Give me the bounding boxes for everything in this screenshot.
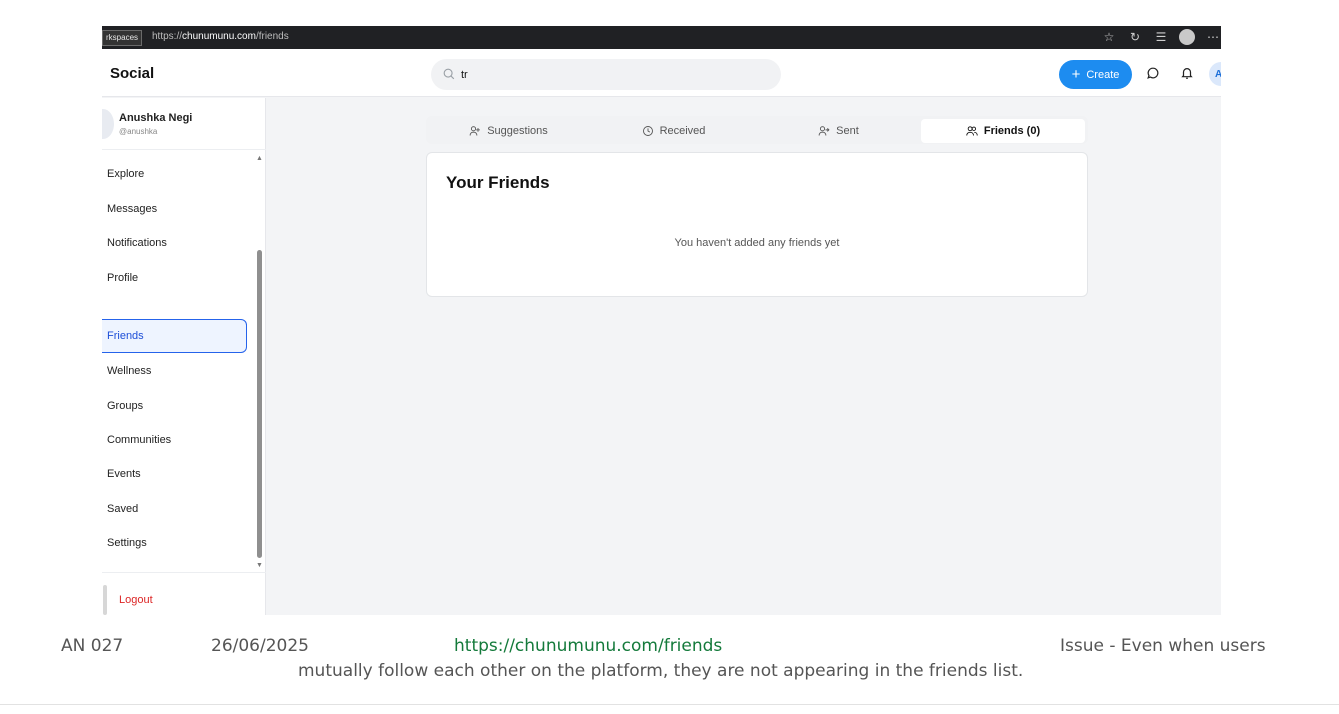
empty-state-message: You haven't added any friends yet xyxy=(674,237,840,249)
tab-friends[interactable]: Friends (0) xyxy=(921,119,1085,143)
search-icon xyxy=(443,68,455,80)
url-prefix: https:// xyxy=(152,31,183,42)
user-card[interactable]: Anushka Negi @anushka xyxy=(102,98,266,150)
tab-suggestions-label: Suggestions xyxy=(487,125,548,137)
tab-sent-label: Sent xyxy=(836,125,859,137)
caption-issue-start: Issue - Even when users xyxy=(1060,636,1266,656)
create-button[interactable]: + Create xyxy=(1059,60,1132,89)
user-handle: @anushka xyxy=(119,127,158,136)
card-title: Your Friends xyxy=(446,173,550,192)
user-sent-icon xyxy=(818,126,830,136)
star-icon[interactable]: ☆ xyxy=(1101,29,1117,45)
logout-section: Logout xyxy=(102,572,266,615)
user-avatar[interactable]: A xyxy=(1209,62,1221,86)
app-header: Social + Create A xyxy=(102,49,1221,97)
logout-button[interactable]: Logout xyxy=(119,594,153,606)
sidebar-item-saved[interactable]: Saved xyxy=(102,492,247,526)
sidebar-item-communities[interactable]: Communities xyxy=(102,423,247,457)
url-path: /friends xyxy=(255,31,289,42)
divider xyxy=(0,704,1339,705)
scroll-down-icon[interactable]: ▼ xyxy=(255,561,264,570)
plus-icon: + xyxy=(1071,66,1081,83)
more-icon[interactable]: ⋯ xyxy=(1205,29,1221,45)
search-input[interactable] xyxy=(461,65,761,84)
caption-date: 26/06/2025 xyxy=(211,636,309,656)
users-icon xyxy=(966,126,978,136)
screenshot-frame: rkspaces https://chunumunu.com/friends ☆… xyxy=(102,26,1221,615)
url-host: chunumunu.com xyxy=(182,31,256,42)
user-plus-icon xyxy=(469,126,481,136)
clock-icon xyxy=(642,126,653,136)
sidebar-item-wellness[interactable]: Wellness xyxy=(102,354,247,388)
address-bar[interactable]: https://chunumunu.com/friends xyxy=(152,31,289,42)
sidebar-item-notifications[interactable]: Notifications xyxy=(102,226,247,260)
tab-friends-label: Friends (0) xyxy=(983,125,1041,137)
avatar xyxy=(102,109,114,139)
profile-icon[interactable] xyxy=(1179,29,1195,45)
refresh-icon[interactable]: ↻ xyxy=(1127,29,1143,45)
sidebar-scrollbar[interactable] xyxy=(257,250,262,558)
sidebar-item-friends[interactable]: Friends xyxy=(102,319,247,353)
browser-toolbar: rkspaces https://chunumunu.com/friends ☆… xyxy=(102,26,1221,49)
tab-received-label: Received xyxy=(659,125,706,137)
bell-icon[interactable] xyxy=(1177,63,1197,83)
message-icon[interactable] xyxy=(1143,63,1163,83)
sidebar-item-events[interactable]: Events xyxy=(102,457,247,491)
sidebar-item-settings[interactable]: Settings xyxy=(102,526,247,560)
sidebar: Anushka Negi @anushka ▲ ▼ Explore Messag… xyxy=(102,98,266,615)
scroll-up-icon[interactable]: ▲ xyxy=(255,154,264,163)
sidebar-item-messages[interactable]: Messages xyxy=(102,192,247,226)
sidebar-item-groups[interactable]: Groups xyxy=(102,389,247,423)
favorites-icon[interactable]: ☰ xyxy=(1153,29,1169,45)
friends-card: Your Friends You haven't added any frien… xyxy=(426,152,1088,297)
workspaces-button[interactable]: rkspaces xyxy=(102,30,143,46)
friends-tabs: Suggestions Received Sent Friends (0) xyxy=(426,116,1088,144)
caption-id: AN 027 xyxy=(61,636,124,656)
search-bar[interactable] xyxy=(431,59,781,90)
caption-link[interactable]: https://chunumunu.com/friends xyxy=(454,636,722,656)
brand-logo-text[interactable]: Social xyxy=(110,65,154,82)
user-name: Anushka Negi xyxy=(119,112,193,124)
tab-suggestions[interactable]: Suggestions xyxy=(426,119,591,143)
caption-issue-rest: mutually follow each other on the platfo… xyxy=(298,661,1024,681)
tab-received[interactable]: Received xyxy=(591,119,756,143)
logout-indicator xyxy=(103,585,107,615)
sidebar-item-explore[interactable]: Explore xyxy=(102,157,247,191)
create-label: Create xyxy=(1086,68,1120,81)
sidebar-item-profile[interactable]: Profile xyxy=(102,261,247,295)
tab-sent[interactable]: Sent xyxy=(756,119,921,143)
